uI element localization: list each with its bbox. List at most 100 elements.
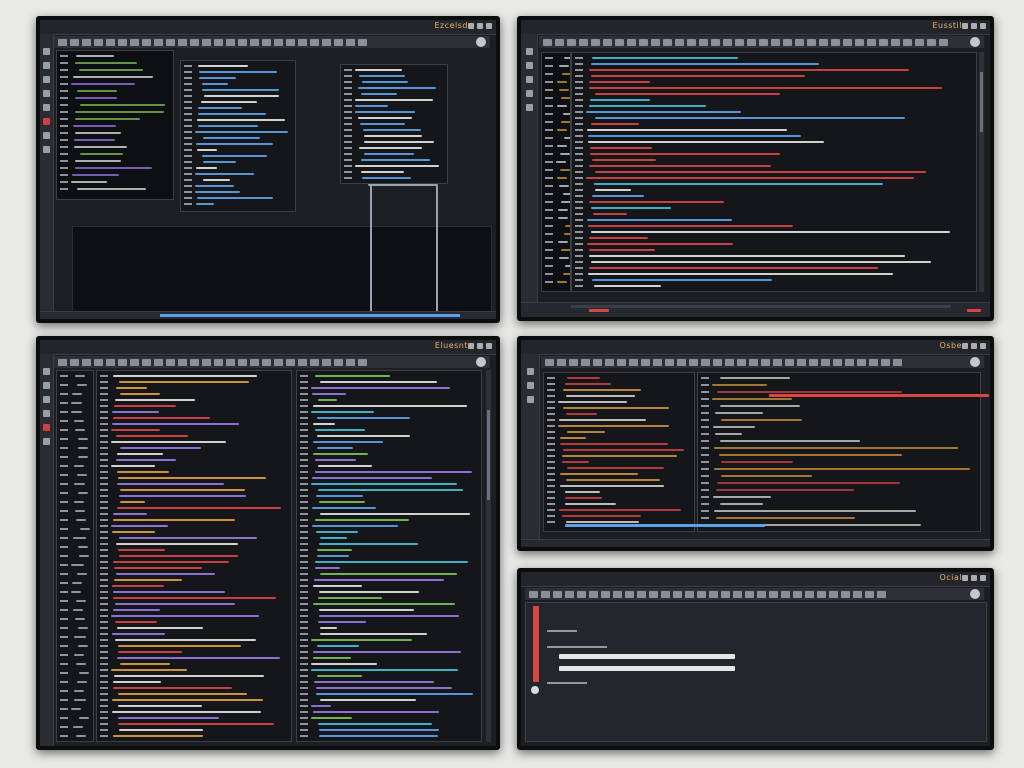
toolbar-button[interactable] <box>118 358 127 366</box>
scrollbar[interactable] <box>486 370 491 742</box>
scroll-thumb[interactable] <box>487 410 490 500</box>
toolbar-button[interactable] <box>298 38 307 46</box>
toolbar-button[interactable] <box>757 590 766 598</box>
toolbar-button[interactable] <box>625 590 634 598</box>
minimize-icon[interactable] <box>468 23 474 29</box>
scroll-thumb[interactable] <box>980 72 983 132</box>
toolbar-button[interactable] <box>641 358 650 366</box>
radio-button[interactable] <box>531 686 539 694</box>
toolbar-button[interactable] <box>771 38 780 46</box>
toolbar-button[interactable] <box>202 358 211 366</box>
folder-icon[interactable] <box>526 382 534 389</box>
minimize-icon[interactable] <box>962 343 968 349</box>
close-icon[interactable] <box>980 575 986 581</box>
toolbar-button[interactable] <box>262 358 271 366</box>
toolbar-button[interactable] <box>809 358 818 366</box>
menu-icon[interactable] <box>43 48 50 55</box>
toolbar-button[interactable] <box>843 38 852 46</box>
menu-icon[interactable] <box>43 368 50 375</box>
toolbar-button[interactable] <box>759 38 768 46</box>
toolbar-button[interactable] <box>250 38 259 46</box>
toolbar-button[interactable] <box>565 590 574 598</box>
toolbar-button[interactable] <box>238 38 247 46</box>
toolbar-button[interactable] <box>797 358 806 366</box>
menu-icon[interactable] <box>525 48 533 55</box>
toolbar-button[interactable] <box>58 358 67 366</box>
toolbar-button[interactable] <box>761 358 770 366</box>
toolbar-button[interactable] <box>713 358 722 366</box>
toolbar-button[interactable] <box>877 590 886 598</box>
toolbar-button[interactable] <box>661 590 670 598</box>
toolbar-button[interactable] <box>214 358 223 366</box>
toolbar-button[interactable] <box>725 358 734 366</box>
toolbar-button[interactable] <box>855 38 864 46</box>
git-icon[interactable] <box>43 410 50 417</box>
toolbar-button[interactable] <box>142 358 151 366</box>
toolbar-button[interactable] <box>689 358 698 366</box>
toolbar-button[interactable] <box>867 38 876 46</box>
git-icon[interactable] <box>43 90 50 97</box>
toolbar-button[interactable] <box>154 38 163 46</box>
toolbar-button[interactable] <box>821 358 830 366</box>
toolbar-button[interactable] <box>334 358 343 366</box>
toolbar-button[interactable] <box>569 358 578 366</box>
toolbar-button[interactable] <box>637 590 646 598</box>
toolbar-button[interactable] <box>579 38 588 46</box>
toolbar-button[interactable] <box>699 38 708 46</box>
toolbar-button[interactable] <box>214 38 223 46</box>
toolbar-button[interactable] <box>939 38 948 46</box>
toolbar-button[interactable] <box>190 358 199 366</box>
toolbar-button[interactable] <box>358 38 367 46</box>
toolbar-button[interactable] <box>178 38 187 46</box>
toolbar-button[interactable] <box>190 38 199 46</box>
search-icon[interactable] <box>525 76 533 83</box>
user-avatar-icon[interactable] <box>476 357 486 367</box>
toolbar-button[interactable] <box>829 590 838 598</box>
toolbar-button[interactable] <box>879 38 888 46</box>
toolbar-button[interactable] <box>721 590 730 598</box>
toolbar-button[interactable] <box>673 590 682 598</box>
toolbar-button[interactable] <box>274 358 283 366</box>
toolbar-button[interactable] <box>130 38 139 46</box>
toolbar-button[interactable] <box>795 38 804 46</box>
maximize-icon[interactable] <box>477 23 483 29</box>
toolbar-button[interactable] <box>841 590 850 598</box>
toolbar-button[interactable] <box>807 38 816 46</box>
toolbar-button[interactable] <box>629 358 638 366</box>
toolbar-button[interactable] <box>831 38 840 46</box>
toolbar-button[interactable] <box>749 358 758 366</box>
search-icon[interactable] <box>43 76 50 83</box>
toolbar-button[interactable] <box>541 590 550 598</box>
close-icon[interactable] <box>486 343 492 349</box>
settings-icon[interactable] <box>43 146 50 153</box>
toolbar-button[interactable] <box>769 590 778 598</box>
toolbar-button[interactable] <box>723 38 732 46</box>
toolbar-button[interactable] <box>665 358 674 366</box>
toolbar-button[interactable] <box>94 38 103 46</box>
input-field[interactable] <box>559 666 735 671</box>
settings-icon[interactable] <box>43 438 50 445</box>
alert-icon[interactable] <box>43 424 50 431</box>
toolbar-button[interactable] <box>675 38 684 46</box>
toolbar-button[interactable] <box>881 358 890 366</box>
minimize-icon[interactable] <box>468 343 474 349</box>
toolbar-button[interactable] <box>358 358 367 366</box>
toolbar-button[interactable] <box>82 358 91 366</box>
toolbar-button[interactable] <box>106 38 115 46</box>
search-icon[interactable] <box>526 396 534 403</box>
input-field[interactable] <box>559 654 735 659</box>
toolbar-button[interactable] <box>927 38 936 46</box>
toolbar-button[interactable] <box>653 358 662 366</box>
toolbar-button[interactable] <box>154 358 163 366</box>
toolbar-button[interactable] <box>202 38 211 46</box>
toolbar-button[interactable] <box>793 590 802 598</box>
toolbar-button[interactable] <box>687 38 696 46</box>
toolbar-button[interactable] <box>567 38 576 46</box>
toolbar-button[interactable] <box>262 38 271 46</box>
toolbar-button[interactable] <box>553 590 562 598</box>
maximize-icon[interactable] <box>971 343 977 349</box>
toolbar-button[interactable] <box>677 358 686 366</box>
user-avatar-icon[interactable] <box>476 37 486 47</box>
user-avatar-icon[interactable] <box>970 589 980 599</box>
folder-icon[interactable] <box>43 62 50 69</box>
